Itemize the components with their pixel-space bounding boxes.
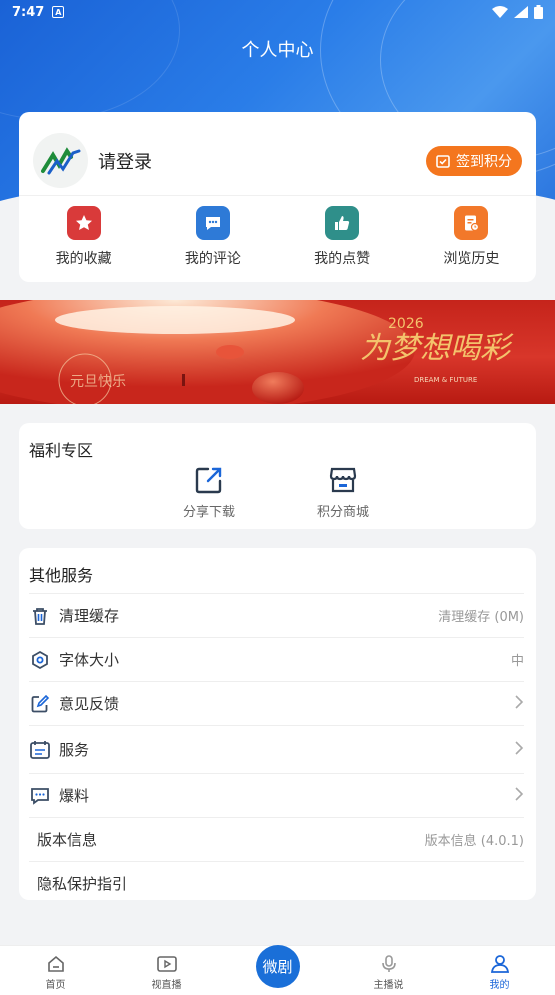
clear-cache-row[interactable]: 清理缓存 清理缓存 (0M): [29, 593, 524, 637]
calendar-check-icon: [436, 154, 450, 168]
share-icon: [195, 467, 222, 494]
status-bar: 7:47 A: [0, 0, 555, 24]
tab-micro-drama[interactable]: 微剧: [222, 945, 333, 995]
login-card: 请登录 签到积分 我的收藏 我的评论 我的点赞 浏览历史: [19, 112, 536, 282]
service-row[interactable]: 服务: [29, 725, 524, 773]
trash-icon: [29, 606, 51, 626]
page-title: 个人中心: [241, 40, 314, 61]
tab-home[interactable]: 首页: [0, 945, 111, 995]
service-label: 服务: [59, 741, 90, 759]
quick-action-label: 我的收藏: [55, 251, 112, 267]
sign-in-points-label: 签到积分: [456, 153, 512, 170]
welfare-item-label: 分享下载: [182, 505, 235, 520]
status-time: 7:47: [12, 4, 45, 20]
quick-action-label: 我的点赞: [314, 251, 371, 267]
tab-anchor[interactable]: 主播说: [333, 945, 444, 995]
tab-label: 主播说: [373, 980, 404, 991]
service-label: 爆料: [59, 787, 90, 805]
banner-headline: 为梦想喝彩: [360, 331, 514, 366]
version-info-row[interactable]: 版本信息 版本信息 (4.0.1): [29, 817, 524, 861]
message-icon: [29, 786, 51, 806]
font-size-row[interactable]: 字体大小 中: [29, 637, 524, 681]
tab-live[interactable]: 视直播: [111, 945, 222, 995]
tab-label: 视直播: [151, 980, 182, 991]
banner-art: 元旦快乐 为梦想喝彩 2026 DREAM & FUTURE: [0, 300, 514, 404]
service-label: 隐私保护指引: [37, 875, 128, 893]
privacy-guide-row[interactable]: 隐私保护指引: [29, 861, 524, 905]
other-services-title: 其他服务: [29, 566, 94, 585]
tab-mine[interactable]: 我的: [444, 945, 555, 995]
comment-icon: [195, 206, 230, 240]
quick-action-label: 浏览历史: [443, 251, 500, 267]
battery-icon: [534, 5, 543, 19]
edit-icon: [29, 694, 51, 714]
banner-year: 2026: [388, 316, 424, 332]
quick-action-label: 我的评论: [184, 251, 241, 267]
avatar[interactable]: [33, 133, 88, 188]
store-icon: [329, 467, 357, 493]
version-value: 版本信息 (4.0.1): [424, 834, 524, 849]
banner-stamp: 元旦快乐: [70, 374, 126, 390]
points-mall-button[interactable]: 积分商城: [303, 465, 383, 520]
cache-size-value: 清理缓存 (0M): [438, 610, 524, 625]
service-label: 清理缓存: [59, 607, 120, 625]
play-icon: [156, 956, 177, 972]
star-icon: [66, 206, 101, 240]
tab-label: 我的: [489, 980, 510, 991]
sign-in-points-button[interactable]: 签到积分: [426, 145, 522, 176]
promo-banner[interactable]: 元旦快乐 为梦想喝彩 2026 DREAM & FUTURE: [0, 300, 555, 404]
service-label: 字体大小: [59, 651, 120, 669]
service-label: 版本信息: [37, 831, 98, 849]
signal-icon: [514, 6, 528, 18]
font-size-icon: [29, 650, 51, 670]
quick-action-history[interactable]: 浏览历史: [421, 206, 521, 268]
home-icon: [47, 955, 64, 972]
service-icon: [29, 740, 51, 760]
quick-action-favorites[interactable]: 我的收藏: [34, 206, 134, 268]
welfare-item-label: 积分商城: [316, 505, 369, 520]
bottom-tab-bar: 首页 视直播 微剧 主播说 我的: [0, 945, 555, 995]
thumbs-up-icon: [325, 206, 360, 240]
chevron-right-icon: [514, 694, 524, 714]
chevron-right-icon: [514, 786, 524, 806]
quick-action-comments[interactable]: 我的评论: [163, 206, 263, 268]
other-services-card: 其他服务 清理缓存 清理缓存 (0M) 字体大小 中 意见反馈 服务 爆料 版本…: [19, 548, 536, 900]
tip-off-row[interactable]: 爆料: [29, 773, 524, 817]
feedback-row[interactable]: 意见反馈: [29, 681, 524, 725]
share-download-button[interactable]: 分享下载: [169, 465, 249, 520]
app-logo-icon: [40, 146, 80, 174]
login-prompt[interactable]: 请登录: [98, 148, 152, 174]
mic-icon: [381, 955, 396, 972]
history-icon: [454, 206, 489, 240]
banner-tagline: DREAM & FUTURE: [414, 376, 477, 384]
quick-action-likes[interactable]: 我的点赞: [292, 206, 392, 268]
wifi-icon: [492, 6, 508, 18]
welfare-title: 福利专区: [29, 441, 94, 460]
notification-icon: A: [52, 6, 65, 18]
chevron-right-icon: [514, 740, 524, 760]
micro-drama-button: 微剧: [255, 945, 300, 988]
welfare-card: 福利专区 分享下载 积分商城: [19, 423, 536, 529]
user-icon: [490, 955, 509, 973]
font-size-value: 中: [510, 654, 524, 669]
tab-label: 首页: [45, 980, 66, 991]
service-label: 意见反馈: [59, 695, 120, 713]
